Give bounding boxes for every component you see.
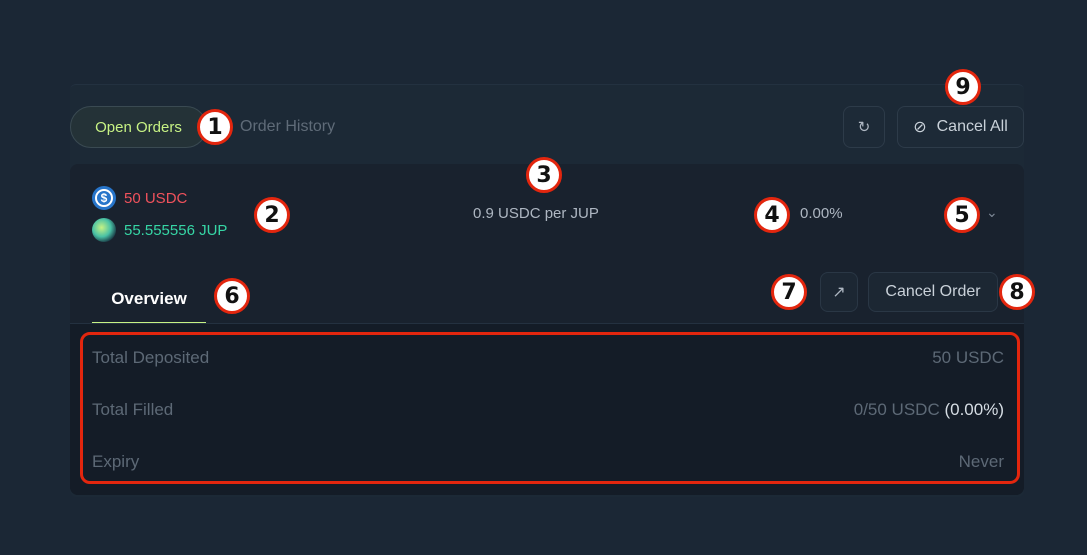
annotation-marker-5: 5 <box>944 197 980 233</box>
cancel-all-button[interactable]: ⊘ Cancel All <box>897 106 1024 148</box>
refresh-button[interactable]: ↻ <box>843 106 885 148</box>
chevron-down-icon[interactable]: ⌄ <box>986 204 998 221</box>
annotation-marker-8: 8 <box>999 274 1035 310</box>
details-highlight-box <box>80 332 1020 484</box>
annotation-marker-3: 3 <box>526 157 562 193</box>
refresh-icon: ↻ <box>857 119 871 136</box>
annotation-marker-2: 2 <box>254 197 290 233</box>
annotation-marker-7: 7 <box>771 274 807 310</box>
annotation-marker-1: 1 <box>197 109 233 145</box>
usdc-icon <box>92 186 116 210</box>
sell-token-row: 50 USDC <box>92 186 187 210</box>
annotation-marker-9: 9 <box>945 69 981 105</box>
jup-icon <box>92 218 116 242</box>
annotation-marker-6: 6 <box>214 278 250 314</box>
order-price: 0.9 USDC per JUP <box>473 205 599 222</box>
external-link-icon: ↗ <box>832 284 846 301</box>
external-link-button[interactable]: ↗ <box>820 272 858 312</box>
tab-open-orders[interactable]: Open Orders <box>70 106 207 148</box>
sell-amount: 50 USDC <box>124 189 188 207</box>
cancel-all-label: Cancel All <box>936 118 1008 135</box>
annotation-marker-4: 4 <box>754 197 790 233</box>
buy-token-row: 55.555556 JUP <box>92 218 227 242</box>
cancel-icon: ⊘ <box>913 119 927 136</box>
tab-overview[interactable]: Overview <box>92 276 206 324</box>
buy-amount: 55.555556 JUP <box>124 221 228 239</box>
cancel-order-button[interactable]: Cancel Order <box>868 272 998 312</box>
filled-percent: 0.00% <box>800 205 843 222</box>
tab-order-history[interactable]: Order History <box>240 106 335 148</box>
